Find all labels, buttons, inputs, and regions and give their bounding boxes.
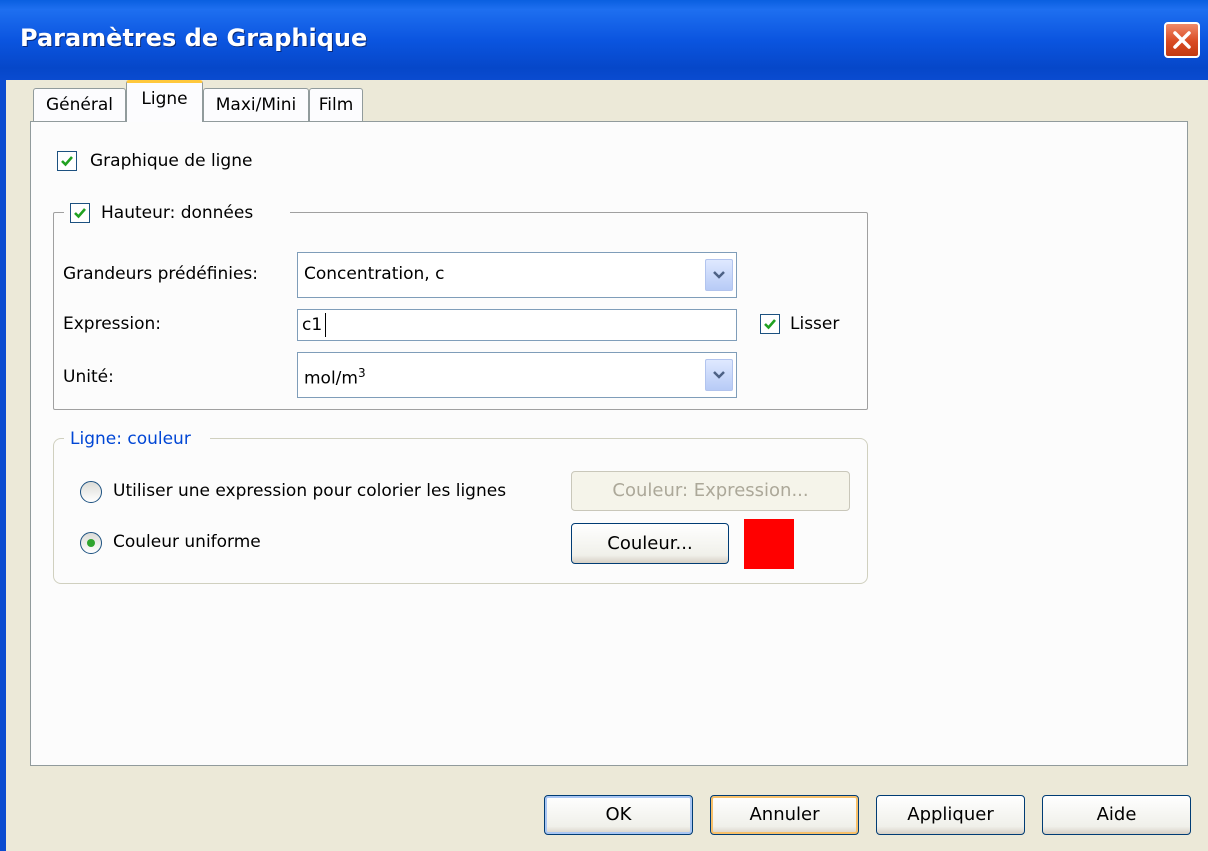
ok-button[interactable]: OK xyxy=(544,795,693,835)
dropdown-button[interactable] xyxy=(705,359,733,391)
expression-color-radio[interactable] xyxy=(80,481,102,503)
unit-exponent: 3 xyxy=(357,366,366,380)
tab-label: Maxi/Mini xyxy=(215,95,297,115)
apply-button[interactable]: Appliquer xyxy=(876,795,1025,835)
tab-ligne[interactable]: Ligne xyxy=(126,80,203,122)
cancel-button[interactable]: Annuler xyxy=(710,795,859,835)
help-button[interactable]: Aide xyxy=(1042,795,1191,835)
smooth-checkbox[interactable] xyxy=(760,314,780,334)
uniform-color-radio[interactable] xyxy=(80,532,102,554)
checkmark-icon xyxy=(764,319,776,330)
chevron-down-icon xyxy=(713,371,725,379)
color-button-label: Couleur... xyxy=(607,533,693,554)
color-expression-button[interactable]: Couleur: Expression... xyxy=(571,471,850,511)
expression-color-label: Utiliser une expression pour colorier le… xyxy=(113,481,507,501)
line-color-title: Ligne: couleur xyxy=(70,429,191,449)
tab-maxi-mini[interactable]: Maxi/Mini xyxy=(203,88,309,122)
unit-base: mol/m xyxy=(304,368,358,389)
predefined-select[interactable]: Concentration, c xyxy=(297,252,737,298)
color-swatch xyxy=(744,519,794,569)
ok-button-label: OK xyxy=(605,804,632,825)
close-icon xyxy=(1173,31,1191,49)
unit-label: Unité: xyxy=(63,367,114,387)
radio-dot xyxy=(87,539,95,547)
tab-film[interactable]: Film xyxy=(309,88,363,122)
unit-select[interactable]: mol/m3 xyxy=(297,352,737,398)
cancel-button-label: Annuler xyxy=(749,804,820,825)
color-button[interactable]: Couleur... xyxy=(571,523,729,564)
chevron-down-icon xyxy=(713,271,725,279)
window-title: Paramètres de Graphique xyxy=(20,24,368,52)
line-plot-label: Graphique de ligne xyxy=(90,151,253,171)
predefined-value: Concentration, c xyxy=(304,264,445,284)
apply-button-label: Appliquer xyxy=(907,804,994,825)
tab-general[interactable]: Général xyxy=(33,88,126,122)
checkmark-icon xyxy=(74,208,86,219)
unit-value: mol/m3 xyxy=(304,366,366,389)
expression-value: c1 xyxy=(302,315,323,335)
predefined-label: Grandeurs prédéfinies: xyxy=(63,264,258,284)
height-data-label: Hauteur: données xyxy=(101,203,254,223)
tab-label: Ligne xyxy=(141,89,188,109)
tab-label: Général xyxy=(46,95,113,115)
window-border xyxy=(0,80,6,851)
line-plot-checkbox[interactable] xyxy=(57,151,77,171)
uniform-color-label: Couleur uniforme xyxy=(113,532,261,552)
height-data-checkbox[interactable] xyxy=(70,203,90,223)
expression-label: Expression: xyxy=(63,314,162,334)
expression-input[interactable]: c1 xyxy=(297,309,737,341)
checkmark-icon xyxy=(61,156,73,167)
help-button-label: Aide xyxy=(1096,804,1137,825)
color-expression-button-label: Couleur: Expression... xyxy=(612,480,809,501)
title-bar[interactable]: Paramètres de Graphique xyxy=(0,0,1208,80)
dropdown-button[interactable] xyxy=(705,259,733,291)
text-caret xyxy=(325,313,326,337)
tab-label: Film xyxy=(318,95,354,115)
dialog-window: Paramètres de Graphique Général Ligne Ma… xyxy=(0,0,1208,851)
smooth-label: Lisser xyxy=(790,314,840,334)
close-button[interactable] xyxy=(1164,22,1200,58)
